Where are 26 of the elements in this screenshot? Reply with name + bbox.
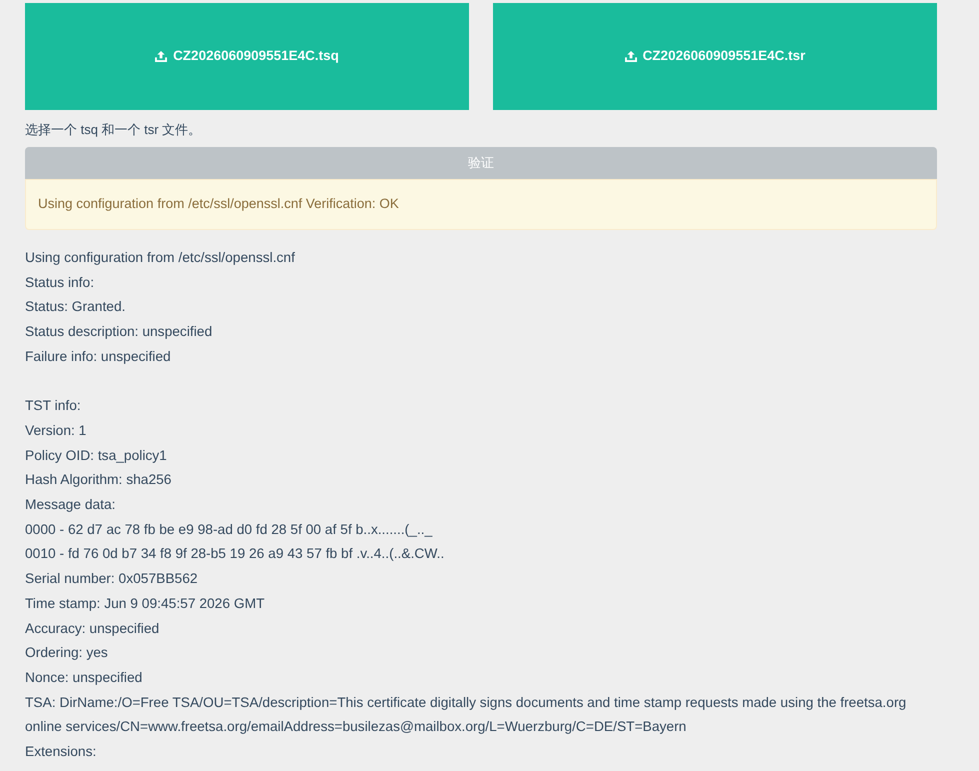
output-line: Hash Algorithm: sha256 bbox=[25, 471, 172, 490]
output-line: Version: 1 bbox=[25, 422, 88, 440]
output-line: Status description: unspecified bbox=[25, 323, 214, 342]
upload-icon bbox=[155, 51, 168, 62]
output-line: TSA: DirName:/O=Free TSA/OU=TSA/description=This certificate digitally signs documents and time stamp requests made using the freetsa.org online services/CN=www.freetsa.org/emailAddress=busilezas@mailbox.org/L=Wuerzburg/C=DE/ST=Bayern bbox=[25, 694, 908, 736]
output-line: Message data: bbox=[25, 496, 117, 514]
file-upload-button[interactable]: CZ2026060909551E4C.tsr bbox=[493, 3, 937, 110]
output-line: Extensions: bbox=[25, 743, 98, 762]
output-line: 0010 - fd 76 0d b7 34 f8 9f 28-b5 19 26 a9 43 57 fb bf .v..4..(..&.CW.. bbox=[25, 545, 446, 564]
output-line: Status info: bbox=[25, 274, 96, 292]
output-line: Failure info: unspecified bbox=[25, 348, 172, 366]
result-alert: Using configuration from /etc/ssl/openssl.cnf Verification: OK bbox=[25, 179, 937, 230]
hint-text: 选择一个 tsq 和一个 tsr 文件。 bbox=[25, 121, 202, 139]
output-line: Ordering: yes bbox=[25, 644, 109, 662]
output-line: Serial number: 0x057BB562 bbox=[25, 570, 199, 588]
verify-button[interactable]: 验证 bbox=[25, 147, 937, 179]
output-line: 0000 - 62 d7 ac 78 fb be e9 98-ad d0 fd 28 5f 00 af 5f b..x.......(_.._ bbox=[25, 520, 434, 539]
output-line: Time stamp: Jun 9 09:45:57 2026 GMT bbox=[25, 594, 266, 613]
output-line: Policy OID: tsa_policy1 bbox=[25, 446, 168, 465]
output-line: TST info: bbox=[25, 397, 82, 416]
output-line: Nonce: unspecified bbox=[25, 668, 144, 687]
output-line: Accuracy: unspecified bbox=[25, 620, 160, 638]
upload-icon bbox=[624, 51, 637, 62]
file-upload-button[interactable]: CZ2026060909551E4C.tsq bbox=[25, 3, 469, 110]
output-line: Using configuration from /etc/ssl/openssl.cnf bbox=[25, 249, 296, 267]
output-line: Status: Granted. bbox=[25, 298, 126, 316]
